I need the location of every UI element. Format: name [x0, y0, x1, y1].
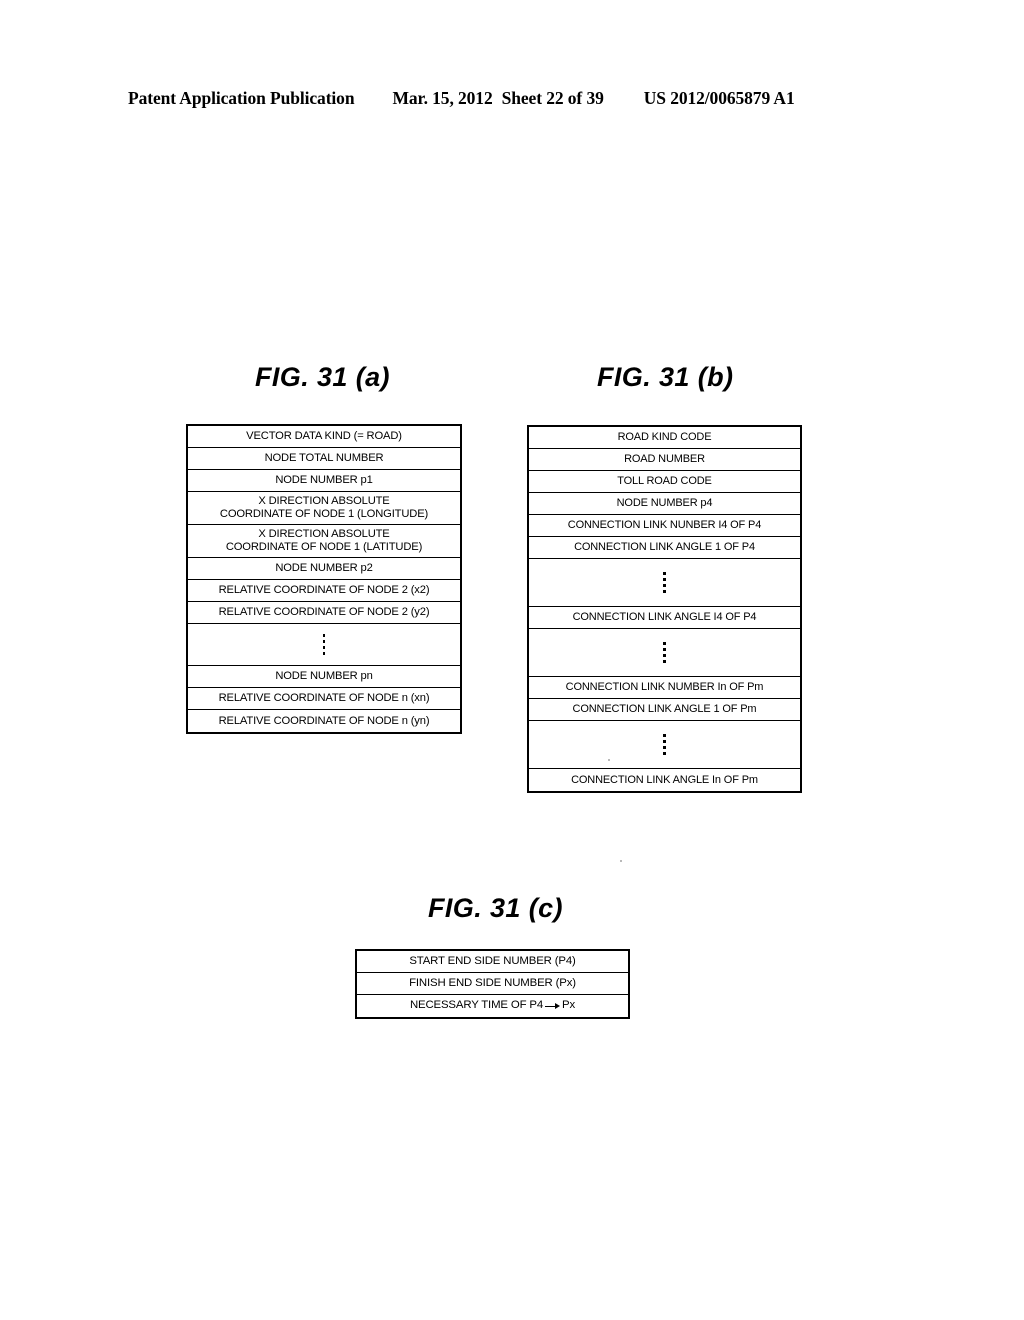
figure-title-b: FIG. 31 (b)	[597, 362, 734, 392]
table-cell-label: ROAD KIND CODE	[617, 431, 712, 444]
table-row: ROAD NUMBER	[529, 449, 800, 471]
table-row: CONNECTION LINK ANGLE I4 OF P4	[529, 607, 800, 629]
table-row: NODE TOTAL NUMBER	[188, 448, 460, 470]
table-cell-label: VECTOR DATA KIND (= ROAD)	[246, 430, 402, 442]
table-row: RELATIVE COORDINATE OF NODE n (yn)	[188, 710, 460, 732]
table-cell-label: CONNECTION LINK NUMBER In OF Pm	[565, 681, 764, 694]
vertical-ellipsis-icon	[663, 721, 666, 768]
figure-table-a: VECTOR DATA KIND (= ROAD) NODE TOTAL NUMB…	[186, 424, 462, 734]
table-cell-label: CONNECTION LINK ANGLE 1 OF P4	[574, 541, 755, 554]
table-cell-label: CONNECTION LINK ANGLE In OF Pm	[571, 773, 758, 786]
table-cell-label: RELATIVE COORDINATE OF NODE n (yn)	[218, 714, 430, 727]
table-row: NODE NUMBER pn	[188, 666, 460, 688]
table-cell-label: FINISH END SIDE NUMBER (Px)	[409, 976, 576, 989]
table-row: CONNECTION LINK NUMBER In OF Pm	[529, 677, 800, 699]
table-row: ROAD KIND CODE	[529, 427, 800, 449]
table-cell-label: ROAD NUMBER	[624, 453, 705, 466]
table-row: START END SIDE NUMBER (P4)	[357, 951, 628, 973]
sheet-number: Sheet 22 of 39	[501, 88, 604, 108]
table-cell-label: TOLL ROAD CODE	[617, 475, 712, 488]
table-cell-label: NODE TOTAL NUMBER	[264, 452, 384, 464]
table-row: CONNECTION LINK ANGLE 1 OF P4	[529, 537, 800, 559]
table-row	[529, 559, 800, 607]
table-cell-line: COORDINATE OF NODE 1 (LATITUDE)	[225, 541, 423, 553]
figure-title-a: FIG. 31 (a)	[255, 362, 390, 392]
figure-table-c: START END SIDE NUMBER (P4) FINISH END SID…	[355, 949, 630, 1019]
table-cell-label: NODE NUMBER p1	[275, 474, 373, 486]
table-cell-label: RELATIVE COORDINATE OF NODE 2 (y2)	[218, 606, 430, 618]
table-cell-label: RELATIVE COORDINATE OF NODE n (xn)	[218, 692, 430, 704]
figure-title-c: FIG. 31 (c)	[428, 893, 563, 923]
table-row: CONNECTION LINK NUNBER I4 OF P4	[529, 515, 800, 537]
table-row	[529, 629, 800, 677]
table-row: NODE NUMBER p2	[188, 558, 460, 580]
table-row: RELATIVE COORDINATE OF NODE 2 (x2)	[188, 580, 460, 602]
publication-label: Patent Application Publication	[128, 88, 355, 108]
scan-speckle	[608, 759, 610, 761]
right-arrow-icon	[545, 1002, 561, 1011]
vertical-ellipsis-icon	[663, 629, 666, 676]
table-cell-label: NECESSARY TIME OF P4	[409, 999, 544, 1012]
table-cell-label: CONNECTION LINK ANGLE 1 OF Pm	[572, 703, 757, 716]
table-row	[188, 624, 460, 666]
table-row: TOLL ROAD CODE	[529, 471, 800, 493]
table-cell-line: X DIRECTION ABSOLUTE	[258, 528, 390, 541]
table-row: RELATIVE COORDINATE OF NODE 2 (y2)	[188, 602, 460, 624]
table-row: CONNECTION LINK ANGLE In OF Pm	[529, 769, 800, 791]
table-row: CONNECTION LINK ANGLE 1 OF Pm	[529, 699, 800, 721]
table-cell-line: COORDINATE OF NODE 1 (LONGITUDE)	[219, 508, 429, 520]
table-cell-label: NODE NUMBER p4	[616, 497, 713, 510]
table-cell-label: Px	[562, 999, 576, 1012]
scan-speckle	[620, 860, 622, 862]
table-row	[529, 721, 800, 769]
table-cell-label: CONNECTION LINK NUNBER I4 OF P4	[567, 519, 762, 532]
table-row: FINISH END SIDE NUMBER (Px)	[357, 973, 628, 995]
table-cell-label: NODE NUMBER p2	[275, 562, 373, 574]
table-row: VECTOR DATA KIND (= ROAD)	[188, 426, 460, 448]
table-row: X DIRECTION ABSOLUTE COORDINATE OF NODE 1…	[188, 492, 460, 525]
table-row: X DIRECTION ABSOLUTE COORDINATE OF NODE 1…	[188, 525, 460, 558]
table-cell-line: X DIRECTION ABSOLUTE	[258, 495, 390, 508]
table-row: NODE NUMBER p4	[529, 493, 800, 515]
table-cell-label: START END SIDE NUMBER (P4)	[409, 954, 576, 967]
vertical-ellipsis-icon	[322, 624, 326, 665]
patent-header: Patent Application Publication Mar. 15, …	[128, 88, 896, 109]
scan-speckle	[692, 781, 694, 783]
table-cell-label: CONNECTION LINK ANGLE I4 OF P4	[572, 611, 757, 624]
table-row: NODE NUMBER p1	[188, 470, 460, 492]
vertical-ellipsis-icon	[663, 559, 666, 606]
table-row: RELATIVE COORDINATE OF NODE n (xn)	[188, 688, 460, 710]
table-row: NECESSARY TIME OF P4 Px	[357, 995, 628, 1017]
figure-table-b: ROAD KIND CODE ROAD NUMBER TOLL ROAD CODE N…	[527, 425, 802, 793]
table-cell-label: RELATIVE COORDINATE OF NODE 2 (x2)	[218, 584, 430, 596]
table-cell-label: NODE NUMBER pn	[275, 670, 373, 682]
publication-date: Mar. 15, 2012	[392, 88, 493, 108]
patent-number: US 2012/0065879 A1	[643, 88, 795, 108]
